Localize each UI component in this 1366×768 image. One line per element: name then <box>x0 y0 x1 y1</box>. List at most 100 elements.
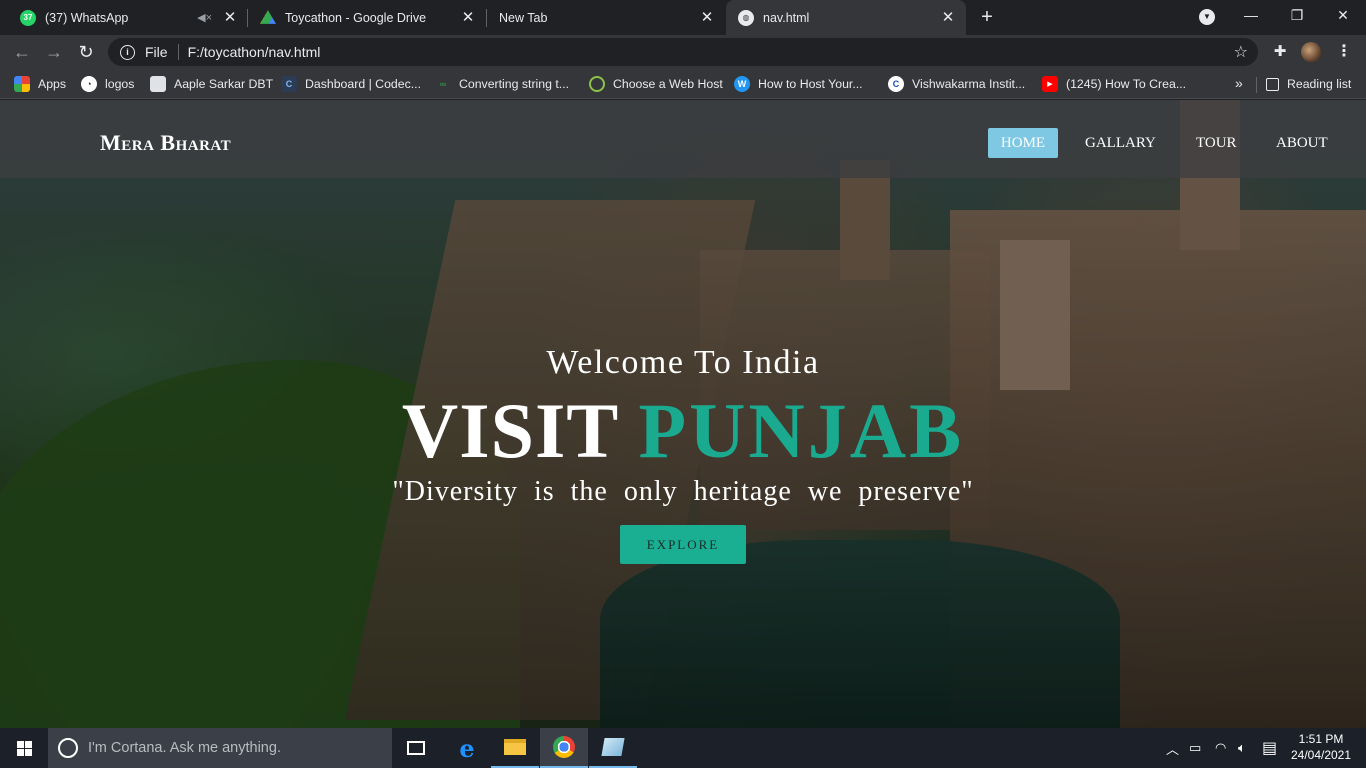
codec-icon: C <box>281 76 297 92</box>
window-close-icon[interactable]: ✕ <box>1328 4 1358 26</box>
reload-icon[interactable]: ↻ <box>74 41 98 63</box>
minimize-icon[interactable]: — <box>1236 4 1266 26</box>
whatsapp-icon: 37 <box>20 9 36 26</box>
windows-taskbar: I'm Cortana. Ask me anything. e ︿ ▭ ◠ 🔈︎… <box>0 728 1366 768</box>
nav-tour[interactable]: TOUR <box>1184 128 1249 158</box>
tab-title: New Tab <box>499 10 548 25</box>
hero-title: VISIT PUNJAB <box>0 388 1366 474</box>
nav-about[interactable]: ABOUT <box>1264 128 1340 158</box>
restore-icon[interactable]: ❐ <box>1282 4 1312 26</box>
logos-icon: ◔ <box>81 76 97 92</box>
tab-strip: 37 (37) WhatsApp ◀× ✕ Toycathon - Google… <box>0 0 1366 35</box>
bookmark-logos[interactable]: ◔ logos <box>81 75 134 93</box>
webhost-icon <box>589 76 605 92</box>
extensions-puzzle-icon[interactable]: ✚ <box>1270 42 1290 62</box>
nav-gallary[interactable]: GALLARY <box>1073 128 1168 158</box>
close-tab-icon[interactable]: ✕ <box>940 9 956 26</box>
bookmark-vishwakarma[interactable]: C Vishwakarma Instit... <box>888 75 1025 93</box>
tab-title: Toycathon - Google Drive <box>285 10 427 25</box>
explore-button[interactable]: EXPLORE <box>620 525 746 564</box>
scheme-label: File <box>145 44 168 60</box>
google-drive-icon <box>260 10 276 24</box>
bookmark-label: Dashboard | Codec... <box>305 77 421 91</box>
youtube-icon: ▶ <box>1042 76 1058 92</box>
clock-date: 24/04/2021 <box>1290 748 1352 762</box>
omnibox-divider <box>177 44 179 60</box>
hero-subtitle: Welcome To India <box>546 344 820 381</box>
tab-new-tab[interactable]: New Tab ✕ <box>487 0 725 35</box>
volume-icon[interactable]: 🔈︎ <box>1238 728 1246 768</box>
code-icon: ∞ <box>439 79 447 89</box>
web-page: Mera Bharat HOME GALLARY TOUR ABOUT Welc… <box>0 100 1366 728</box>
url-text[interactable]: F:/toycathon/nav.html <box>188 44 321 60</box>
tab-google-drive[interactable]: Toycathon - Google Drive ✕ <box>248 0 486 35</box>
bookmark-label: (1245) How To Crea... <box>1066 77 1187 91</box>
profile-avatar[interactable] <box>1301 42 1321 62</box>
taskbar-app-4[interactable] <box>589 728 637 768</box>
back-arrow-icon[interactable]: ← <box>10 41 34 63</box>
bookmarks-divider <box>1256 77 1257 93</box>
start-button[interactable] <box>0 728 48 768</box>
bookmark-apps[interactable]: Apps <box>14 75 66 93</box>
close-tab-icon[interactable]: ✕ <box>460 9 476 26</box>
cortana-placeholder: I'm Cortana. Ask me anything. <box>88 740 281 756</box>
info-icon[interactable]: i <box>120 44 135 60</box>
taskbar-chrome[interactable] <box>540 728 588 768</box>
site-brand[interactable]: Mera Bharat <box>100 130 231 156</box>
edge-icon: e <box>459 733 475 763</box>
app-window-icon <box>601 738 625 756</box>
tab-title: nav.html <box>763 10 810 25</box>
document-icon <box>150 76 166 92</box>
kebab-menu-icon[interactable]: ⋮ <box>1334 42 1354 62</box>
bookmark-how-to-host[interactable]: W How to Host Your... <box>734 75 863 93</box>
more-bookmarks-icon[interactable]: » <box>1235 75 1243 91</box>
taskbar-file-explorer[interactable] <box>491 728 539 768</box>
system-clock[interactable]: 1:51 PM 24/04/2021 <box>1286 731 1356 763</box>
close-tab-icon[interactable]: ✕ <box>222 9 238 26</box>
speaker-muted-icon[interactable]: ◀× <box>197 11 212 24</box>
apps-grid-icon <box>14 76 30 92</box>
wifi-icon[interactable]: ◠ <box>1215 728 1226 768</box>
bookmark-label: Aaple Sarkar DBT <box>174 77 274 91</box>
bookmark-star-icon[interactable]: ☆ <box>1234 42 1248 62</box>
tray-chevron-up-icon[interactable]: ︿ <box>1166 728 1179 768</box>
tab-nav-html[interactable]: ◍ nav.html ✕ <box>726 0 966 35</box>
bookmarks-bar: Apps ◔ logos Aaple Sarkar DBT C Dashboar… <box>0 69 1366 99</box>
bookmark-youtube[interactable]: ▶ (1245) How To Crea... <box>1042 75 1186 93</box>
forward-arrow-icon[interactable]: → <box>42 41 66 63</box>
college-icon: C <box>888 76 904 92</box>
bookmark-converting-string[interactable]: ∞ Converting string t... <box>435 75 569 93</box>
task-view-button[interactable] <box>392 728 440 768</box>
cortana-search-box[interactable]: I'm Cortana. Ask me anything. <box>48 728 392 768</box>
new-tab-button[interactable]: + <box>976 6 998 28</box>
file-explorer-icon <box>504 739 526 755</box>
bookmark-aaple-sarkar[interactable]: Aaple Sarkar DBT <box>150 75 273 93</box>
close-tab-icon[interactable]: ✕ <box>699 9 715 26</box>
nav-home[interactable]: HOME <box>988 128 1058 158</box>
tab-whatsapp[interactable]: 37 (37) WhatsApp ◀× ✕ <box>8 0 248 35</box>
battery-icon[interactable]: ▭ <box>1189 728 1201 768</box>
cortana-icon <box>58 738 78 758</box>
bookmark-label: Apps <box>38 77 67 91</box>
bookmark-label: Converting string t... <box>459 77 570 91</box>
bookmark-label: Vishwakarma Instit... <box>912 77 1026 91</box>
bookmark-label: How to Host Your... <box>758 77 863 91</box>
address-bar[interactable]: i File F:/toycathon/nav.html ☆ <box>108 38 1258 66</box>
bookmark-dashboard-codec[interactable]: C Dashboard | Codec... <box>281 75 421 93</box>
windows-logo-icon <box>16 740 32 756</box>
tab-title: (37) WhatsApp <box>45 10 129 25</box>
tab-search-icon[interactable]: ▼ <box>1199 9 1215 25</box>
chrome-icon <box>553 736 575 758</box>
taskbar-edge[interactable]: e <box>443 728 491 768</box>
bookmark-choose-web-host[interactable]: Choose a Web Host <box>589 75 723 93</box>
reading-list-icon <box>1266 77 1279 91</box>
bookmark-label: logos <box>105 77 135 91</box>
hero-title-punjab: PUNJAB <box>638 387 965 474</box>
wordpress-icon: W <box>734 76 750 92</box>
browser-toolbar: ← → ↻ i File F:/toycathon/nav.html ☆ ✚ ⋮ <box>0 35 1366 69</box>
bookmark-label: Choose a Web Host <box>613 77 723 91</box>
clock-time: 1:51 PM <box>1298 732 1344 746</box>
task-view-icon <box>407 741 425 755</box>
reading-list-button[interactable]: Reading list <box>1266 75 1351 93</box>
notifications-icon[interactable]: ▤ <box>1262 728 1277 768</box>
